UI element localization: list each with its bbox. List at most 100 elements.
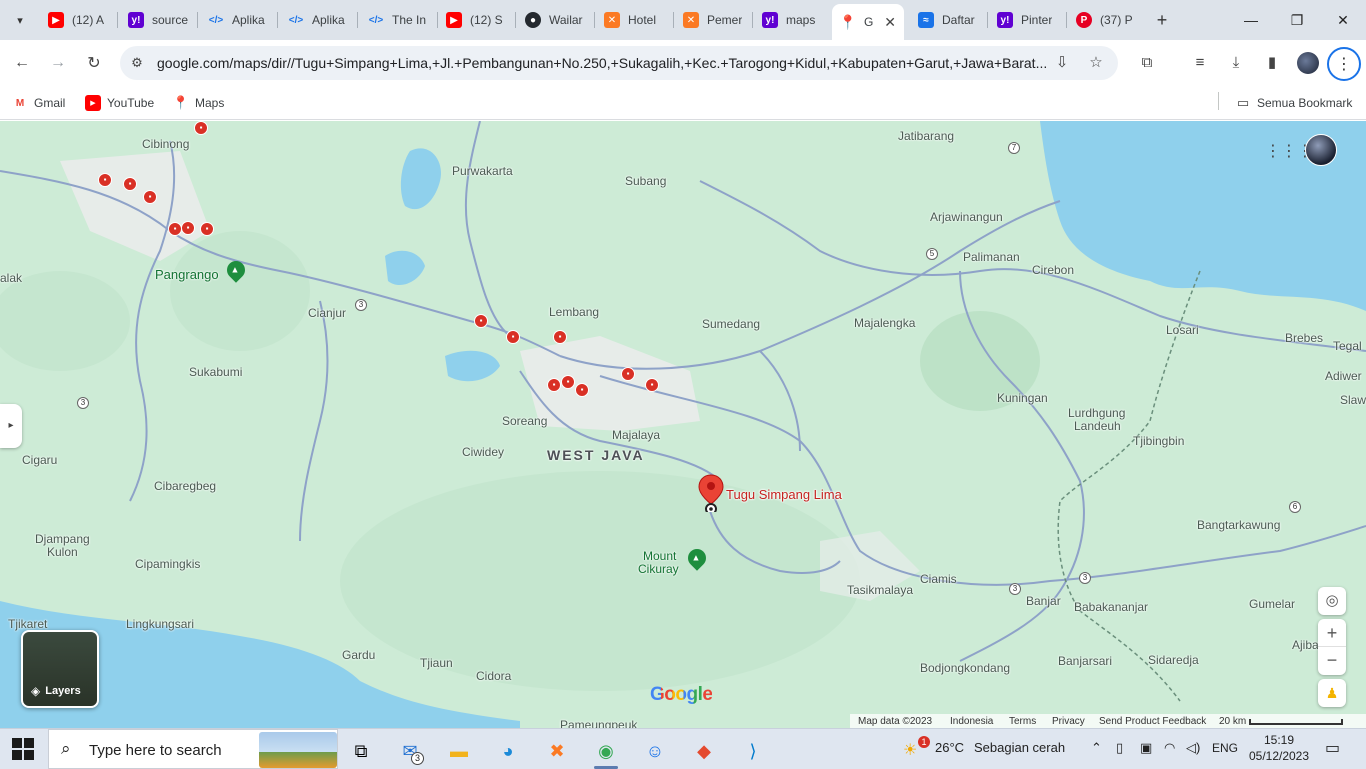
place-label[interactable]: Tegal <box>1333 339 1362 353</box>
bookmark-youtube[interactable]: ▶ YouTube <box>85 93 154 113</box>
device-icon[interactable]: ▯ <box>1116 740 1123 756</box>
tab-the-in[interactable]: </> The In <box>360 6 436 34</box>
place-label[interactable]: Cipamingkis <box>135 557 200 571</box>
place-label[interactable]: Cianjur <box>308 306 346 320</box>
place-label[interactable]: Ciwidey <box>462 445 504 459</box>
place-label[interactable]: Cidora <box>476 669 511 683</box>
install-app-icon[interactable]: ⇩ <box>1052 53 1072 73</box>
restore-button[interactable]: ❐ <box>1274 0 1320 40</box>
bus-station-icon[interactable]: ▪ <box>200 222 214 236</box>
reload-button[interactable]: ↻ <box>80 49 108 77</box>
cluster-app-icon[interactable]: ◆ <box>684 733 724 769</box>
bus-station-icon[interactable]: ▪ <box>553 330 567 344</box>
bus-station-icon[interactable]: ▪ <box>474 314 488 328</box>
minimize-button[interactable]: — <box>1228 0 1274 40</box>
zoom-out-button[interactable]: − <box>1318 647 1346 675</box>
place-label[interactable]: Tjibingbin <box>1133 434 1184 448</box>
place-label[interactable]: Tasikmalaya <box>847 583 913 597</box>
place-label[interactable]: Djampang <box>35 532 90 546</box>
place-label[interactable]: Tjiaun <box>420 656 453 670</box>
place-label[interactable]: Banjar <box>1026 594 1061 608</box>
clock[interactable]: 15:19 05/12/2023 <box>1246 732 1312 764</box>
place-label[interactable]: Bangtarkawung <box>1197 518 1280 532</box>
display-icon[interactable]: ▣ <box>1140 740 1152 756</box>
google-apps-icon[interactable]: ⋮⋮⋮ <box>1265 141 1313 163</box>
bus-station-icon[interactable]: ▪ <box>561 375 575 389</box>
place-label[interactable]: Kulon <box>47 545 78 559</box>
side-panel-icon[interactable]: ▮ <box>1260 51 1284 75</box>
tab-pemesanan[interactable]: ✕ Pemer <box>675 6 751 34</box>
bus-station-icon[interactable]: ▪ <box>575 383 589 397</box>
tab-google-maps-active[interactable]: 📍 G ✕ <box>832 4 904 40</box>
place-label[interactable]: Sukabumi <box>189 365 242 379</box>
place-label[interactable]: Cibinong <box>142 137 189 151</box>
send-feedback-link[interactable]: Send Product Feedback <box>1099 716 1206 727</box>
wifi-icon[interactable]: ◠ <box>1164 740 1175 756</box>
place-label[interactable]: Soreang <box>502 414 547 428</box>
task-view-icon[interactable]: ⧉ <box>341 733 381 769</box>
map-canvas[interactable]: Jatibarang Cibinong Purwakarta Subang Ar… <box>0 121 1366 728</box>
tab-aplikasi-1[interactable]: </> Aplika <box>200 6 276 34</box>
privacy-link[interactable]: Privacy <box>1052 716 1085 727</box>
tab-github[interactable]: ● Wailar <box>517 6 593 34</box>
weather-text[interactable]: Sebagian cerah <box>974 740 1065 755</box>
tab-yahoo-pinterest[interactable]: y! Pinter <box>989 6 1065 34</box>
place-label[interactable]: alak <box>0 271 22 285</box>
back-button[interactable]: ← <box>8 49 36 77</box>
volume-icon[interactable]: ◁) <box>1186 740 1200 756</box>
notification-icon[interactable]: ▭ <box>1325 738 1340 758</box>
place-label[interactable]: Gardu <box>342 648 375 662</box>
country-button[interactable]: Indonesia <box>950 716 993 727</box>
new-tab-button[interactable]: + <box>1150 8 1174 32</box>
bus-station-icon[interactable]: ▪ <box>143 190 157 204</box>
place-label[interactable]: Gumelar <box>1249 597 1295 611</box>
destination-pin-icon[interactable] <box>697 474 725 512</box>
weather-icon[interactable]: ☀ <box>903 740 917 760</box>
bus-station-icon[interactable]: ▪ <box>181 221 195 235</box>
bus-station-icon[interactable]: ▪ <box>621 367 635 381</box>
bus-station-icon[interactable]: ▪ <box>547 378 561 392</box>
place-label[interactable]: Banjarsari <box>1058 654 1112 668</box>
place-label[interactable]: Ciamis <box>920 572 957 586</box>
tab-hotel[interactable]: ✕ Hotel <box>596 6 672 34</box>
tab-yahoo-source[interactable]: y! source <box>120 6 196 34</box>
profile-avatar[interactable] <box>1297 52 1319 74</box>
bookmark-maps[interactable]: 📍 Maps <box>173 93 224 113</box>
my-location-button[interactable]: ◎ <box>1318 587 1346 615</box>
place-label[interactable]: Cigaru <box>22 453 57 467</box>
place-label[interactable]: Sumedang <box>702 317 760 331</box>
bus-station-icon[interactable]: ▪ <box>194 121 208 135</box>
layers-button[interactable]: ◈ Layers <box>21 630 99 708</box>
close-tab-icon[interactable]: ✕ <box>878 14 896 31</box>
taskbar-search-box[interactable]: ⌕ Type here to search <box>48 729 338 769</box>
tab-yahoo-maps[interactable]: y! maps <box>754 6 830 34</box>
place-label[interactable]: Pameungpeuk <box>560 718 637 728</box>
place-label[interactable]: Purwakarta <box>452 164 513 178</box>
xampp-icon[interactable]: ✖ <box>537 733 577 769</box>
site-info-icon[interactable]: ⚙ <box>128 54 146 72</box>
street-view-pegman-icon[interactable]: ♟ <box>1318 679 1346 707</box>
bus-station-icon[interactable]: ▪ <box>168 222 182 236</box>
place-label[interactable]: Cirebon <box>1032 263 1074 277</box>
place-label[interactable]: Cikuray <box>638 562 679 576</box>
place-label[interactable]: Losari <box>1166 323 1199 337</box>
place-label[interactable]: Sidaredja <box>1148 653 1199 667</box>
place-label[interactable]: Majalengka <box>854 316 915 330</box>
show-hidden-icons-icon[interactable]: ⌃ <box>1091 740 1102 756</box>
scale-bar[interactable] <box>1249 719 1343 725</box>
expand-side-panel-button[interactable]: ▸ <box>0 404 22 448</box>
bus-station-icon[interactable]: ▪ <box>506 330 520 344</box>
file-explorer-icon[interactable]: ▬ <box>439 733 479 769</box>
language-indicator[interactable]: ENG <box>1212 741 1238 755</box>
mail-app-icon[interactable]: ✉ 3 <box>390 733 430 769</box>
place-label[interactable]: Palimanan <box>963 250 1020 264</box>
tab-aplikasi-2[interactable]: </> Aplika <box>280 6 356 34</box>
tab-youtube-1[interactable]: ▶ (12) A <box>40 6 116 34</box>
downloads-icon[interactable]: ⤓ <box>1224 51 1248 75</box>
close-window-button[interactable]: ✕ <box>1320 0 1366 40</box>
bus-station-icon[interactable]: ▪ <box>645 378 659 392</box>
extensions-icon[interactable]: ⧉ <box>1135 51 1159 75</box>
media-control-icon[interactable]: ≡ <box>1188 51 1212 75</box>
place-label[interactable]: Adiwer <box>1325 369 1362 383</box>
account-avatar[interactable] <box>1305 134 1337 166</box>
